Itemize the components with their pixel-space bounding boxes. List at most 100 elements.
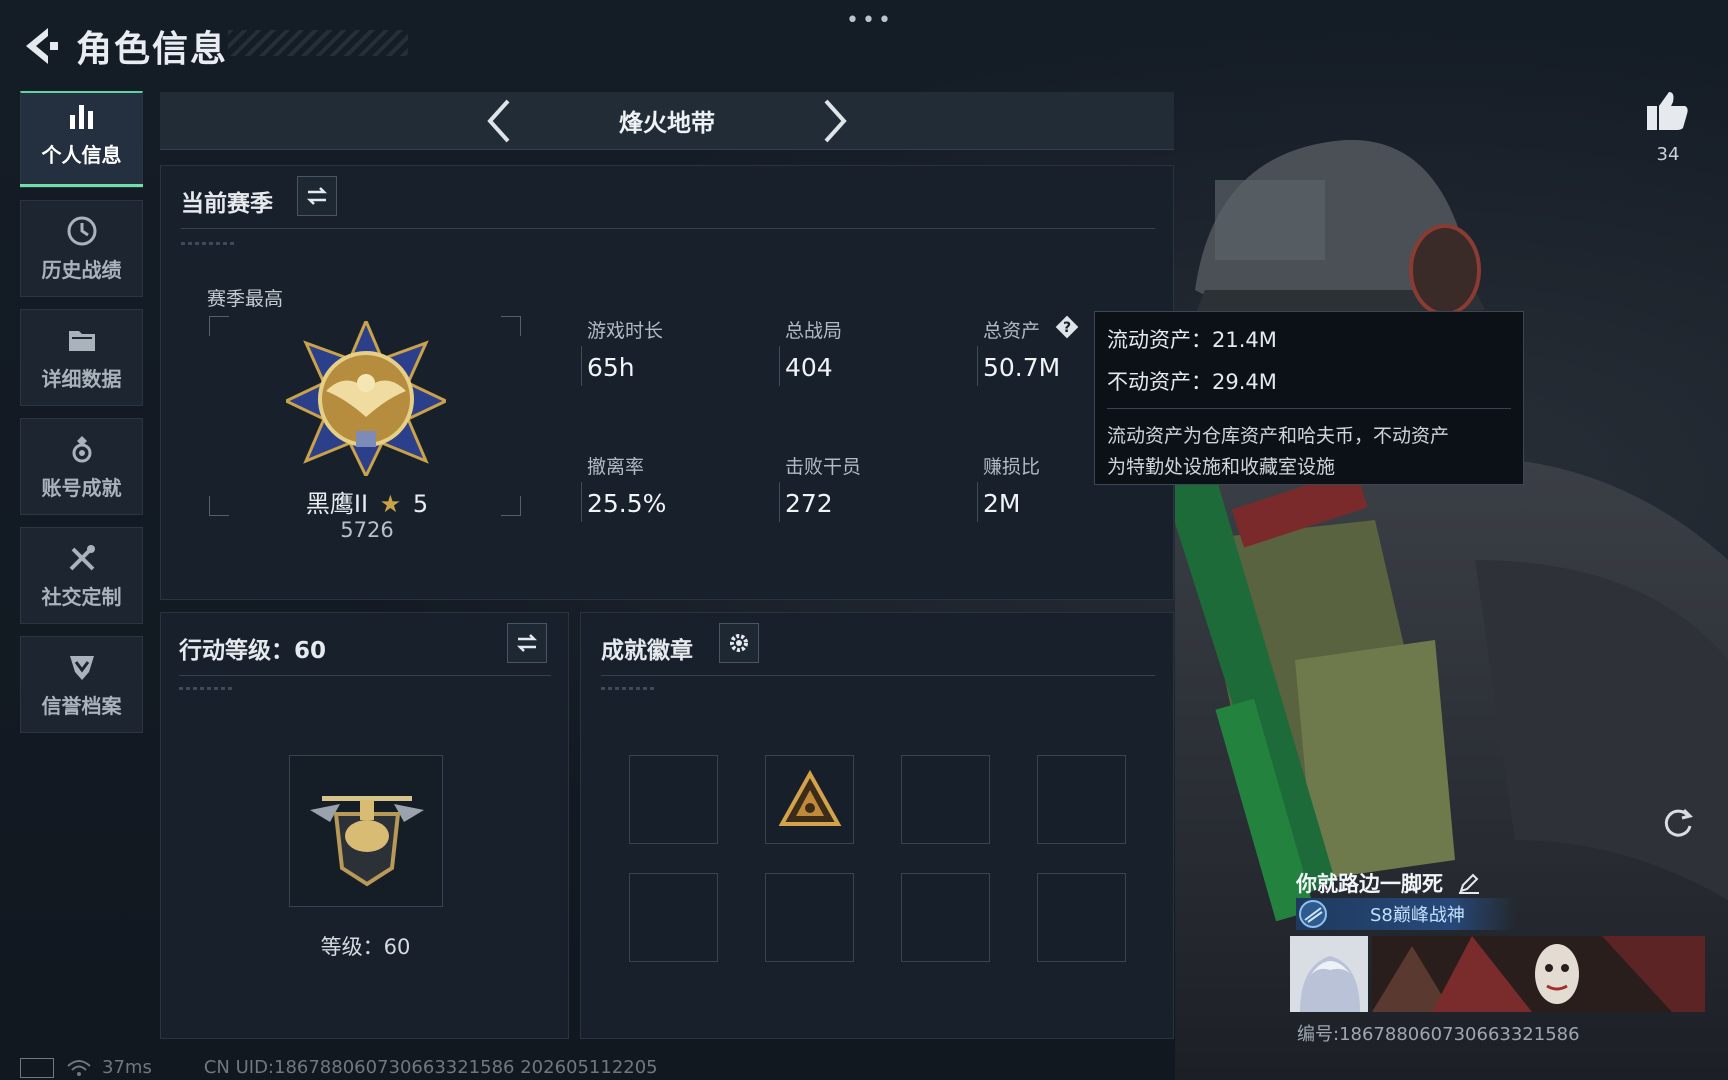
sidebar-item-label: 信誉档案 <box>41 694 122 718</box>
achievement-slot[interactable] <box>629 755 718 844</box>
rank-stars: 5 <box>412 490 429 518</box>
header: 角色信息 <box>20 18 228 74</box>
achievement-slot[interactable] <box>901 873 990 962</box>
decoration <box>601 687 655 690</box>
rank-score: 5726 <box>340 518 394 542</box>
stat-value: 272 <box>785 489 833 518</box>
battery-icon <box>20 1057 54 1078</box>
tools-icon <box>69 545 95 571</box>
profile-banner[interactable] <box>1372 936 1705 1012</box>
helicopter-emblem-icon <box>310 796 424 887</box>
sidebar-item-history[interactable]: 历史战绩 <box>20 200 143 297</box>
avatar[interactable] <box>1290 936 1368 1012</box>
decoration <box>179 687 233 690</box>
back-arrow-icon[interactable] <box>20 24 60 68</box>
history-clock-icon <box>67 216 96 246</box>
stat-value: 404 <box>785 353 833 382</box>
mode-title: 烽火地带 <box>619 109 715 137</box>
rank-emblem-icon <box>286 321 446 476</box>
sidebar-item-personal-info[interactable]: 个人信息 <box>20 91 143 188</box>
achievement-slot[interactable] <box>765 873 854 962</box>
season-switch-button[interactable] <box>297 176 337 216</box>
wifi-icon <box>67 1059 91 1076</box>
help-icon[interactable]: ? <box>1054 314 1080 340</box>
stat-profit-loss-ratio: 赚损比 2M <box>976 452 1041 522</box>
achievement-slot[interactable] <box>629 873 718 962</box>
thumbs-up-icon[interactable] <box>1645 88 1691 134</box>
achievement-slot[interactable] <box>1037 873 1126 962</box>
stat-label: 总战局 <box>785 320 843 342</box>
stat-total-assets[interactable]: 总资产 50.7M <box>976 316 1061 386</box>
like-count: 34 <box>1656 144 1680 165</box>
shield-check-icon <box>69 656 94 680</box>
previous-mode-button[interactable] <box>484 98 514 144</box>
ping-value: 37ms <box>102 1057 152 1078</box>
title-emblem-icon <box>1299 900 1327 928</box>
stat-value: 2M <box>983 489 1021 518</box>
decoration <box>181 242 235 245</box>
rank-name: 黑鹰II ★ 5 <box>161 484 573 519</box>
achievement-badges-panel: 成就徽章 <box>580 612 1174 1039</box>
achievement-icon <box>72 436 91 463</box>
assets-description-line1: 流动资产为仓库资产和哈夫币，不动资产 <box>1107 425 1450 447</box>
achievement-slot[interactable] <box>765 755 854 844</box>
sidebar-item-label: 账号成就 <box>41 476 122 500</box>
status-bar: 37ms CN UID:186788060730663321586 202605… <box>20 1057 658 1078</box>
achievement-slot[interactable] <box>901 755 990 844</box>
assets-tooltip: 流动资产：21.4M 不动资产：29.4M 流动资产为仓库资产和哈夫币，不动资产… <box>1094 311 1524 485</box>
stat-value: 25.5% <box>587 489 667 518</box>
level-value: 等级：60 <box>320 935 411 959</box>
sidebar-item-label: 个人信息 <box>41 143 122 167</box>
stat-extraction-rate: 撤离率 25.5% <box>580 452 667 522</box>
stat-label: 赚损比 <box>983 456 1041 478</box>
star-icon: ★ <box>379 490 402 518</box>
sidebar-item-label: 详细数据 <box>41 367 122 391</box>
player-title-text: S8巅峰战神 <box>1370 905 1465 926</box>
stat-value: 50.7M <box>983 353 1061 382</box>
swap-icon <box>306 187 328 205</box>
sidebar-item-label: 社交定制 <box>41 585 122 609</box>
season-panel: 当前赛季 赛季最高 黑鹰II ★ 5 5726 游戏时长 65h 总战局 404… <box>160 165 1174 600</box>
triangle-badge-icon <box>778 769 842 826</box>
stat-value: 65h <box>587 353 635 382</box>
stat-label: 总资产 <box>983 320 1041 342</box>
divider <box>179 675 551 676</box>
liquid-assets: 流动资产：21.4M <box>1107 328 1277 352</box>
divider <box>181 228 1155 229</box>
level-title: 行动等级：60 <box>179 638 327 664</box>
season-title: 当前赛季 <box>181 191 273 217</box>
rank-tier: 黑鹰II <box>305 490 369 518</box>
svg-text:?: ? <box>1063 320 1071 336</box>
divider <box>601 675 1155 676</box>
achievement-slot[interactable] <box>1037 755 1126 844</box>
player-title-badge[interactable]: S8巅峰战神 <box>1296 898 1516 930</box>
mode-selector: 烽火地带 <box>160 92 1174 150</box>
sidebar-item-detail-data[interactable]: 详细数据 <box>20 309 143 406</box>
level-badge <box>289 755 443 907</box>
swap-icon <box>516 634 538 652</box>
assets-description-line2: 为特勤处设施和收藏室设施 <box>1107 456 1336 478</box>
stat-total-matches: 总战局 404 <box>778 316 843 386</box>
edit-pencil-icon[interactable] <box>1457 871 1481 895</box>
sidebar-item-social[interactable]: 社交定制 <box>20 527 143 624</box>
fixed-assets: 不动资产：29.4M <box>1107 370 1277 394</box>
player-card: 你就路边一脚死 S8巅峰战神 <box>1290 862 1705 1012</box>
player-id: 编号:186788060730663321586 <box>1297 1024 1580 1045</box>
divider <box>1107 408 1511 409</box>
sidebar-item-reputation[interactable]: 信誉档案 <box>20 636 143 733</box>
season-best-label: 赛季最高 <box>207 288 284 310</box>
gear-icon <box>730 634 748 652</box>
player-name: 你就路边一脚死 <box>1296 872 1443 896</box>
rotate-model-icon[interactable] <box>1658 802 1698 842</box>
next-mode-button[interactable] <box>820 98 850 144</box>
level-switch-button[interactable] <box>507 623 547 663</box>
stat-operators-defeated: 击败干员 272 <box>778 452 862 522</box>
more-options-icon[interactable]: ••• <box>846 8 894 33</box>
header-decoration <box>228 30 408 56</box>
bar-chart-icon <box>69 105 93 129</box>
achievement-settings-button[interactable] <box>719 623 759 663</box>
sidebar-item-achievements[interactable]: 账号成就 <box>20 418 143 515</box>
stat-label: 击败干员 <box>785 456 862 478</box>
achievement-title: 成就徽章 <box>601 638 693 664</box>
sidebar: 个人信息 历史战绩 详细数据 账号成就 社交定制 信誉档案 <box>20 91 143 745</box>
